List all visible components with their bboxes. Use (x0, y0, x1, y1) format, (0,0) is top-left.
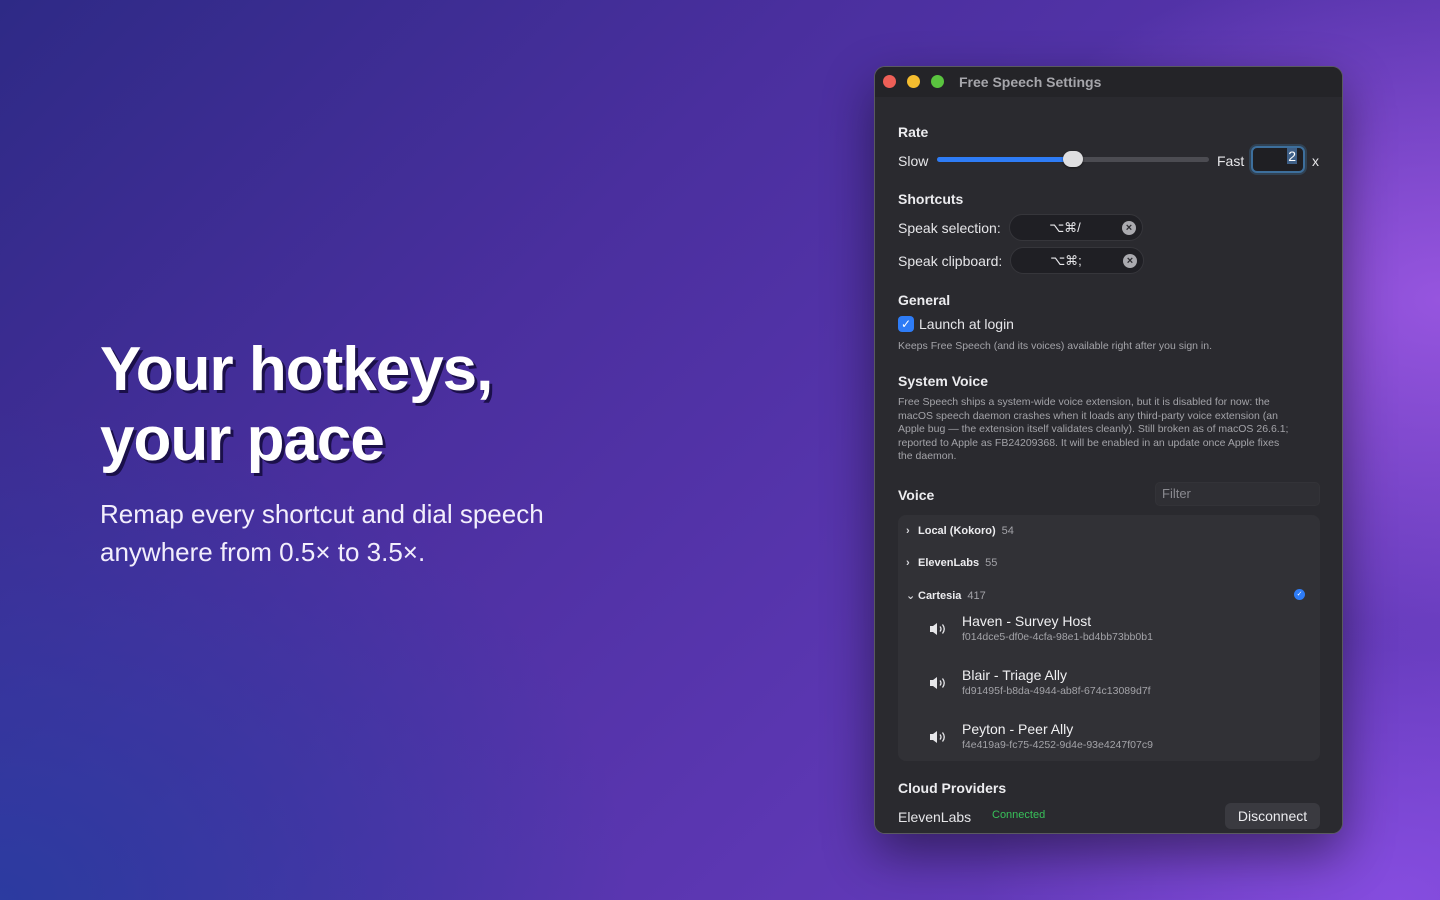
general-heading: General (898, 292, 951, 308)
voice-item[interactable]: Haven - Survey Host f014dce5-df0e-4cfa-9… (928, 613, 1308, 653)
speak-selection-label: Speak selection: (898, 220, 1001, 236)
voice-id: f014dce5-df0e-4cfa-98e1-bd4bb73bb0b1 (962, 631, 1153, 643)
voice-name: Peyton - Peer Ally (962, 721, 1074, 737)
system-voice-heading: System Voice (898, 373, 989, 389)
rate-slow-label: Slow (898, 153, 929, 169)
rate-fast-label: Fast (1217, 153, 1245, 169)
settings-window: Free Speech Settings Rate Slow Fast 2 x … (874, 66, 1343, 834)
connection-status: Connected (992, 809, 1046, 821)
chevron-right-icon: › (906, 525, 910, 537)
system-voice-description: Free Speech ships a system-wide voice ex… (898, 396, 1288, 464)
speak-clipboard-keys: ⌥⌘; (1050, 253, 1082, 268)
rate-value-field[interactable]: 2 (1251, 146, 1305, 173)
rate-slider-knob[interactable] (1063, 151, 1083, 167)
launch-at-login-checkbox[interactable]: ✓ (898, 316, 914, 332)
clear-speak-clipboard-icon[interactable]: × (1123, 254, 1137, 268)
voice-group-name: Cartesia (918, 590, 962, 602)
voice-item[interactable]: Peyton - Peer Ally f4e419a9-fc75-4252-9d… (928, 721, 1308, 761)
shortcuts-heading: Shortcuts (898, 191, 964, 207)
settings-content: Rate Slow Fast 2 x Shortcuts Speak selec… (875, 97, 1342, 833)
speaker-icon[interactable] (928, 675, 948, 691)
voice-item[interactable]: Blair - Triage Ally fd91495f-b8da-4944-a… (928, 667, 1308, 707)
launch-at-login-label[interactable]: Launch at login (919, 316, 1014, 332)
voice-group-elevenlabs[interactable]: › ElevenLabs 55 (906, 557, 997, 569)
cloud-provider-name: ElevenLabs (898, 809, 972, 825)
disconnect-button[interactable]: Disconnect (1225, 803, 1320, 829)
hero-title-line2: your pace (100, 405, 385, 474)
voice-group-cartesia[interactable]: ⌄ Cartesia 417 (906, 589, 986, 602)
voice-group-name: ElevenLabs (918, 557, 980, 569)
launch-at-login-help: Keeps Free Speech (and its voices) avail… (898, 340, 1213, 352)
hero-title-line1: Your hotkeys, (100, 335, 493, 404)
voice-group-name: Local (Kokoro) (918, 525, 996, 537)
system-voice-line: Free Speech ships a system-wide voice ex… (898, 396, 1270, 408)
hero-subtitle-line1: Remap every shortcut and dial speech (100, 499, 544, 529)
system-voice-line: the daemon. (898, 450, 957, 462)
rate-slider-fill (937, 157, 1073, 162)
voice-name: Haven - Survey Host (962, 613, 1092, 629)
cloud-providers-heading: Cloud Providers (898, 780, 1007, 796)
speak-selection-keys: ⌥⌘/ (1049, 220, 1081, 235)
voice-heading: Voice (898, 487, 935, 503)
clear-speak-selection-icon[interactable]: × (1122, 221, 1136, 235)
system-voice-line: Apple bug — the extension itself validat… (898, 423, 1289, 435)
minimize-window-button[interactable] (907, 75, 920, 88)
voice-filter-input[interactable]: Filter (1155, 482, 1320, 506)
system-voice-line: reported to Apple as FB24209368. It will… (898, 436, 1280, 449)
selected-check-icon: ✓ (1294, 589, 1305, 600)
voice-group-local[interactable]: › Local (Kokoro) 54 (906, 525, 1014, 537)
voice-name: Blair - Triage Ally (962, 667, 1068, 683)
voice-filter-placeholder: Filter (1162, 486, 1191, 501)
chevron-right-icon: › (906, 557, 910, 569)
zoom-window-button[interactable] (931, 75, 944, 88)
system-voice-line: macOS speech daemon crashes when it load… (898, 409, 1278, 422)
rate-value: 2 (1287, 148, 1297, 164)
voice-group-count: 417 (967, 590, 986, 602)
speaker-icon[interactable] (928, 621, 948, 637)
window-title: Free Speech Settings (959, 74, 1102, 90)
title-bar[interactable]: Free Speech Settings (875, 67, 1342, 97)
hero-subtitle-line2: anywhere from 0.5× to 3.5×. (100, 537, 426, 567)
voice-id: fd91495f-b8da-4944-ab8f-674c13089d7f (962, 685, 1151, 697)
hero: Your hotkeys, your pace Remap every shor… (100, 335, 660, 571)
rate-heading: Rate (898, 124, 929, 140)
close-window-button[interactable] (883, 75, 896, 88)
voice-id: f4e419a9-fc75-4252-9d4e-93e4247f07c9 (962, 739, 1153, 751)
voice-group-count: 54 (1001, 525, 1014, 537)
voice-list[interactable]: › Local (Kokoro) 54 › ElevenLabs 55 ⌄ Cartesi… (898, 515, 1320, 761)
hero-subtitle: Remap every shortcut and dial speech any… (100, 495, 660, 571)
voice-group-count: 55 (985, 557, 998, 569)
speak-clipboard-label: Speak clipboard: (898, 253, 1003, 269)
rate-unit-label: x (1312, 153, 1319, 169)
speaker-icon[interactable] (928, 729, 948, 745)
hero-title: Your hotkeys, your pace (100, 335, 660, 475)
chevron-down-icon: ⌄ (906, 590, 916, 602)
